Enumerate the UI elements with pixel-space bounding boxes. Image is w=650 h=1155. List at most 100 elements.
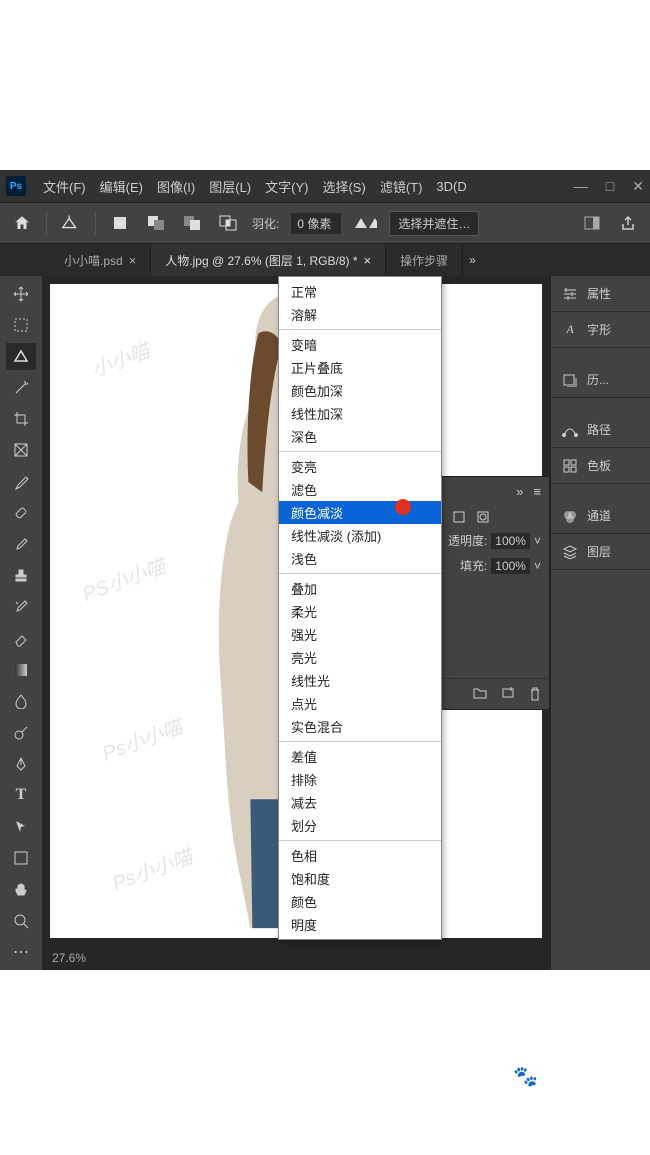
doc-tab-0[interactable]: 小小喵.psd × — [50, 244, 151, 276]
blend-mode-item[interactable]: 实色混合 — [279, 715, 441, 738]
panel-label: 图层 — [587, 543, 611, 560]
selection-new-icon[interactable] — [108, 211, 132, 235]
panel-properties[interactable]: 属性 — [551, 276, 650, 312]
crop-tool[interactable] — [6, 405, 36, 432]
fill-value[interactable]: 100% — [491, 558, 530, 574]
minimize-icon[interactable]: ― — [574, 178, 588, 195]
blend-mode-item[interactable]: 线性加深 — [279, 402, 441, 425]
antialias-icon[interactable] — [353, 211, 377, 235]
blend-mode-item[interactable]: 颜色 — [279, 890, 441, 913]
gradient-tool[interactable] — [6, 656, 36, 683]
opacity-value[interactable]: 100% — [491, 533, 530, 549]
blend-mode-item[interactable]: 色相 — [279, 844, 441, 867]
wand-tool[interactable] — [6, 374, 36, 401]
maximize-icon[interactable]: □ — [606, 178, 614, 195]
blend-mode-item[interactable]: 明度 — [279, 913, 441, 936]
panel-toggle-icon[interactable] — [580, 211, 604, 235]
frame-tool[interactable] — [6, 437, 36, 464]
blend-mode-item[interactable]: 划分 — [279, 814, 441, 837]
tab-close-icon[interactable]: × — [364, 253, 372, 268]
dodge-tool[interactable] — [6, 719, 36, 746]
tab-overflow-icon[interactable]: » — [469, 253, 476, 267]
blend-mode-item-highlighted[interactable]: 颜色减淡 — [279, 501, 441, 524]
shape-tool[interactable] — [6, 844, 36, 871]
panel-paths[interactable]: 路径 — [551, 412, 650, 448]
blend-mode-item[interactable]: 减去 — [279, 791, 441, 814]
menu-image[interactable]: 图像(I) — [150, 177, 202, 196]
panel-layers[interactable]: 图层 — [551, 534, 650, 570]
pen-tool[interactable] — [6, 750, 36, 777]
selection-add-icon[interactable] — [144, 211, 168, 235]
opacity-label: 透明度: — [448, 532, 487, 549]
menu-file[interactable]: 文件(F) — [36, 177, 93, 196]
blend-mode-item[interactable]: 线性光 — [279, 669, 441, 692]
baidu-brand-text: 度 — [542, 1052, 570, 1092]
lasso-tool-indicator-icon[interactable] — [59, 211, 83, 235]
blend-mode-item[interactable]: 饱和度 — [279, 867, 441, 890]
blend-mode-item[interactable]: 排除 — [279, 768, 441, 791]
blend-mode-item[interactable]: 点光 — [279, 692, 441, 715]
panel-overflow-icon[interactable]: » — [516, 484, 523, 499]
menu-filter[interactable]: 滤镜(T) — [373, 177, 430, 196]
swatches-icon — [561, 457, 579, 475]
close-icon[interactable]: ✕ — [632, 178, 644, 195]
blend-mode-item[interactable]: 溶解 — [279, 303, 441, 326]
blend-mode-item[interactable]: 变亮 — [279, 455, 441, 478]
eyedropper-tool[interactable] — [6, 468, 36, 495]
stamp-tool[interactable] — [6, 562, 36, 589]
panel-swatches[interactable]: 色板 — [551, 448, 650, 484]
selection-subtract-icon[interactable] — [180, 211, 204, 235]
panel-history[interactable]: 历... — [551, 362, 650, 398]
blend-mode-item[interactable]: 滤色 — [279, 478, 441, 501]
doc-tab-2[interactable]: 操作步骤 — [386, 244, 463, 276]
blur-tool[interactable] — [6, 688, 36, 715]
folder-icon[interactable] — [473, 687, 487, 701]
doc-tab-1[interactable]: 人物.jpg @ 27.6% (图层 1, RGB/8) * × — [151, 244, 386, 276]
lasso-tool[interactable] — [6, 343, 36, 370]
bounds-icon[interactable] — [452, 510, 466, 524]
blend-mode-item[interactable]: 变暗 — [279, 333, 441, 356]
menu-edit[interactable]: 编辑(E) — [93, 177, 150, 196]
blend-mode-item[interactable]: 深色 — [279, 425, 441, 448]
blend-mode-item[interactable]: 正常 — [279, 280, 441, 303]
panel-glyphs[interactable]: A字形 — [551, 312, 650, 348]
blend-mode-item[interactable]: 线性减淡 (添加) — [279, 524, 441, 547]
selection-intersect-icon[interactable] — [216, 211, 240, 235]
blend-mode-item[interactable]: 叠加 — [279, 577, 441, 600]
menu-layer[interactable]: 图层(L) — [202, 177, 258, 196]
tab-close-icon[interactable]: × — [129, 253, 137, 268]
blend-mode-item[interactable]: 正片叠底 — [279, 356, 441, 379]
blend-mode-item[interactable]: 浅色 — [279, 547, 441, 570]
toolbox-more-icon[interactable]: ⋯ — [6, 939, 36, 966]
select-and-mask-button[interactable]: 选择并遮住… — [389, 211, 479, 236]
menu-select[interactable]: 选择(S) — [315, 177, 372, 196]
brush-tool[interactable] — [6, 531, 36, 558]
blend-mode-item[interactable]: 强光 — [279, 623, 441, 646]
hand-tool[interactable] — [6, 876, 36, 903]
panel-menu-icon[interactable]: ≡ — [533, 484, 541, 499]
trash-icon[interactable] — [529, 687, 541, 701]
marquee-tool[interactable] — [6, 311, 36, 338]
menu-3d[interactable]: 3D(D — [429, 179, 473, 194]
home-icon[interactable] — [10, 211, 34, 235]
zoom-tool[interactable] — [6, 907, 36, 934]
doc-tab-label: 人物.jpg @ 27.6% (图层 1, RGB/8) * — [165, 252, 357, 269]
feather-input[interactable]: 0 像素 — [291, 213, 341, 234]
eraser-tool[interactable] — [6, 625, 36, 652]
history-brush-tool[interactable] — [6, 594, 36, 621]
path-select-tool[interactable] — [6, 813, 36, 840]
new-layer-icon[interactable] — [501, 687, 515, 701]
share-icon[interactable] — [616, 211, 640, 235]
blend-mode-item[interactable]: 柔光 — [279, 600, 441, 623]
mask-icon[interactable] — [476, 510, 490, 524]
zoom-level: 27.6% — [52, 951, 86, 965]
blend-mode-item[interactable]: 颜色加深 — [279, 379, 441, 402]
panel-channels[interactable]: 通道 — [551, 498, 650, 534]
move-tool[interactable] — [6, 280, 36, 307]
type-tool[interactable]: T — [6, 782, 36, 809]
blend-mode-item[interactable]: 差值 — [279, 745, 441, 768]
menu-type[interactable]: 文字(Y) — [258, 177, 315, 196]
baidu-brand-text: 经验 — [574, 1052, 630, 1092]
heal-tool[interactable] — [6, 500, 36, 527]
blend-mode-item[interactable]: 亮光 — [279, 646, 441, 669]
